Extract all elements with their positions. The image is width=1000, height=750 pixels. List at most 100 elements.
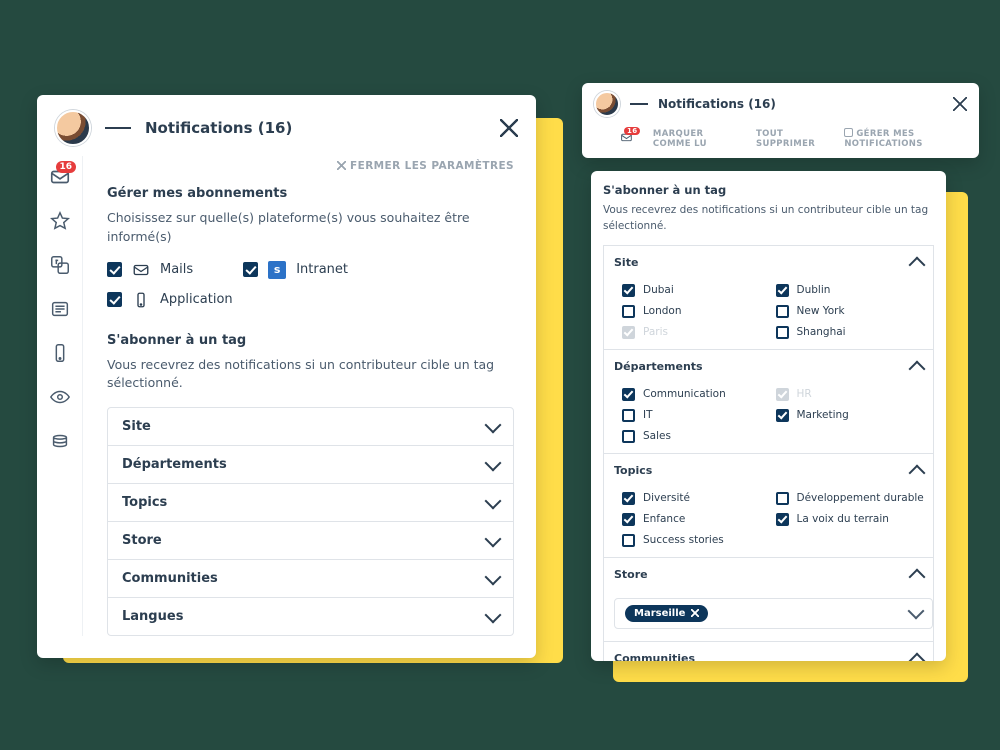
close-icon[interactable] (953, 97, 967, 111)
gear-icon (844, 128, 853, 137)
section-label: Topics (614, 464, 652, 477)
tag-option[interactable]: Enfance (622, 513, 772, 526)
chip-remove-icon[interactable] (691, 609, 699, 617)
checkbox[interactable] (622, 513, 635, 526)
checkbox[interactable] (622, 284, 635, 297)
checkbox[interactable] (776, 409, 789, 422)
section-communities: Communities Les sportifsPrise en charge … (603, 641, 934, 662)
subscribe-tag-sub: Vous recevrez des notifications si un co… (603, 203, 934, 235)
eye-icon[interactable] (49, 386, 71, 408)
tag-option[interactable]: Dubai (622, 284, 772, 297)
tag-option: Paris (622, 326, 772, 339)
section-departements-header[interactable]: Départements (604, 350, 933, 384)
delete-all-button[interactable]: TOUT SUPPRIMER (756, 129, 828, 149)
tag-label: Paris (643, 326, 668, 338)
news-icon[interactable] (49, 298, 71, 320)
accordion-row-communities[interactable]: Communities (108, 559, 513, 597)
checkbox[interactable] (776, 513, 789, 526)
section-label: Départements (614, 360, 703, 373)
translate-icon[interactable] (49, 254, 71, 276)
platform-intranet[interactable]: s Intranet (243, 261, 348, 279)
checkbox-mails[interactable] (107, 262, 122, 277)
close-parameters-button[interactable]: FERMER LES PARAMÈTRES (107, 158, 514, 186)
platform-application[interactable]: Application (107, 291, 233, 309)
notification-badge: 16 (56, 161, 77, 173)
sharepoint-icon: s (268, 261, 286, 279)
tag-label: Dubai (643, 284, 674, 296)
tag-label: Diversité (643, 492, 690, 504)
tag-option[interactable]: La voix du terrain (776, 513, 926, 526)
tag-option[interactable]: Shanghai (776, 326, 926, 339)
mail-icon (132, 261, 150, 279)
tag-option[interactable]: Diversité (622, 492, 772, 505)
tag-option[interactable]: Marketing (776, 409, 926, 422)
accordion-row-site[interactable]: Site (108, 408, 513, 445)
accordion-label: Topics (122, 495, 167, 510)
checkbox-intranet[interactable] (243, 262, 258, 277)
section-label: Site (614, 256, 638, 269)
checkbox[interactable] (776, 305, 789, 318)
checkbox[interactable] (622, 388, 635, 401)
checkbox (776, 388, 789, 401)
checkbox[interactable] (622, 492, 635, 505)
stack-icon[interactable] (49, 430, 71, 452)
mobile-icon[interactable] (49, 342, 71, 364)
accordion-label: Site (122, 419, 151, 434)
platform-mails[interactable]: Mails (107, 261, 193, 279)
close-icon[interactable] (500, 119, 518, 137)
section-site-body: Dubai Dublin London New York Paris Shanghai (604, 280, 933, 349)
manage-subscriptions-sub: Choisissez sur quelle(s) plateforme(s) v… (107, 209, 514, 247)
accordion-label: Communities (122, 571, 218, 586)
bell-icon[interactable]: 16 (620, 131, 633, 147)
section-site: Site Dubai Dublin London New York Paris Shang… (603, 245, 934, 349)
tag-option[interactable]: New York (776, 305, 926, 318)
tag-option[interactable]: Sales (622, 430, 772, 443)
accordion-row-langues[interactable]: Langues (108, 597, 513, 635)
checkbox[interactable] (776, 284, 789, 297)
tag-option[interactable]: London (622, 305, 772, 318)
tag-option[interactable]: Success stories (622, 534, 772, 547)
platform-mails-label: Mails (160, 262, 193, 277)
tag-label: Dublin (797, 284, 831, 296)
section-topics-header[interactable]: Topics (604, 454, 933, 488)
tag-groups-accordion: Site Départements Topics Store Communiti… (107, 407, 514, 636)
dash-divider (105, 127, 131, 129)
checkbox[interactable] (776, 326, 789, 339)
section-store-header[interactable]: Store (604, 558, 933, 592)
tag-option[interactable]: Développement durable (776, 492, 926, 505)
chevron-down-icon (908, 603, 925, 620)
platform-application-label: Application (160, 292, 233, 307)
mark-read-button[interactable]: MARQUER COMME LU (653, 129, 740, 149)
section-communities-header[interactable]: Communities (604, 642, 933, 662)
avatar (55, 110, 91, 146)
chevron-down-icon (485, 530, 502, 547)
chevron-down-icon (485, 492, 502, 509)
tag-option[interactable]: IT (622, 409, 772, 422)
accordion-row-store[interactable]: Store (108, 521, 513, 559)
accordion-label: Langues (122, 609, 183, 624)
checkbox[interactable] (622, 430, 635, 443)
star-icon[interactable] (49, 210, 71, 232)
tag-option[interactable]: Communication (622, 388, 772, 401)
notification-badge: 16 (624, 127, 640, 135)
tag-label: IT (643, 409, 653, 421)
checkbox[interactable] (622, 305, 635, 318)
tag-option[interactable]: Dublin (776, 284, 926, 297)
manage-notifications-button[interactable]: GÉRER MES NOTIFICATIONS (844, 128, 967, 149)
store-chip-select[interactable]: Marseille (614, 598, 933, 629)
bell-icon[interactable]: 16 (49, 166, 71, 188)
checkbox-application[interactable] (107, 292, 122, 307)
manage-subscriptions-heading: Gérer mes abonnements (107, 186, 514, 201)
checkbox[interactable] (622, 534, 635, 547)
checkbox[interactable] (776, 492, 789, 505)
subscribe-tag-sub: Vous recevrez des notifications si un co… (107, 356, 514, 394)
accordion-row-departements[interactable]: Départements (108, 445, 513, 483)
panel-header: Notifications (16) (37, 95, 536, 156)
subscribe-tag-heading: S'abonner à un tag (603, 183, 934, 197)
bar-actions: 16 MARQUER COMME LU TOUT SUPPRIMER GÉRER… (582, 125, 979, 158)
accordion-row-topics[interactable]: Topics (108, 483, 513, 521)
section-store-body: Marseille (604, 592, 933, 641)
section-site-header[interactable]: Site (604, 246, 933, 280)
store-chip[interactable]: Marseille (625, 605, 708, 622)
checkbox[interactable] (622, 409, 635, 422)
